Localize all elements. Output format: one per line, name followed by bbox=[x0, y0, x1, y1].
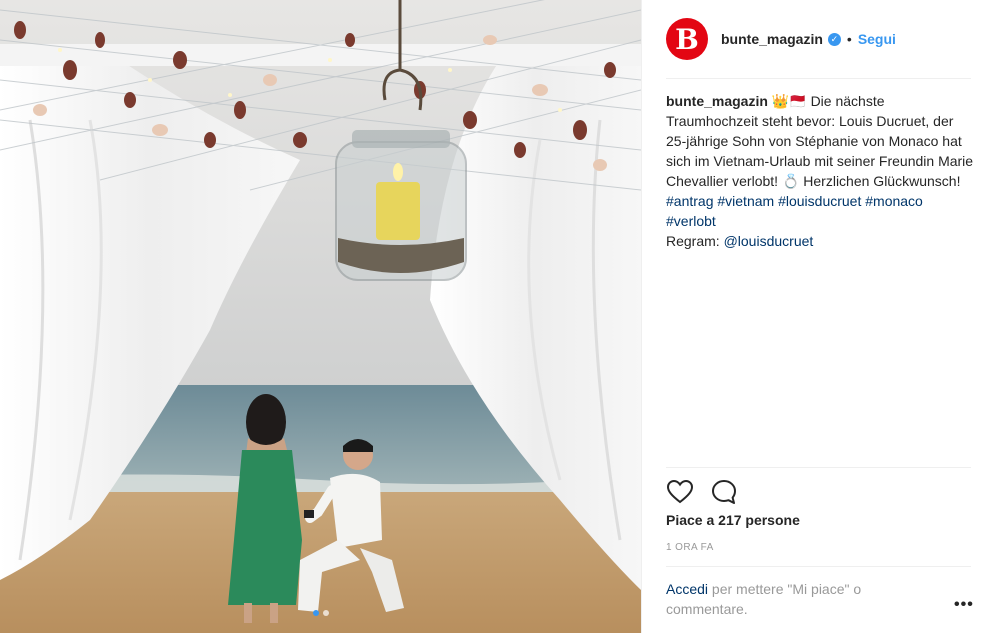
post-caption: bunte_magazin 👑🇲🇨 Die nächste Traumhochz… bbox=[666, 91, 976, 251]
caption-congrats: Herzlichen Glückwunsch! bbox=[803, 173, 961, 189]
username-link[interactable]: bunte_magazin bbox=[721, 31, 823, 47]
hashtag-link[interactable]: #antrag bbox=[666, 193, 713, 209]
comment-button[interactable] bbox=[710, 478, 738, 506]
caption-emojis: 👑🇲🇨 bbox=[771, 93, 807, 109]
heart-icon bbox=[667, 480, 693, 504]
mention-link[interactable]: @louisducruet bbox=[724, 233, 814, 249]
action-bar bbox=[666, 478, 738, 506]
carousel-dot[interactable] bbox=[323, 610, 329, 616]
actions-divider bbox=[666, 467, 971, 468]
like-button[interactable] bbox=[666, 478, 694, 506]
more-options-icon[interactable]: ••• bbox=[954, 596, 974, 614]
ring-emoji-icon: 💍 bbox=[781, 173, 800, 189]
comment-divider bbox=[666, 566, 971, 567]
avatar[interactable]: B bbox=[666, 18, 708, 60]
hashtag-link[interactable]: #verlobt bbox=[666, 213, 716, 229]
follow-button[interactable]: Segui bbox=[858, 31, 896, 47]
hashtag-link[interactable]: #monaco bbox=[865, 193, 923, 209]
comment-login-prompt: Accedi per mettere "Mi piace" o commenta… bbox=[666, 579, 926, 619]
comment-icon bbox=[712, 480, 736, 504]
caption-username-link[interactable]: bunte_magazin bbox=[666, 93, 768, 109]
hashtag-link[interactable]: #vietnam bbox=[717, 193, 774, 209]
carousel-dot-active[interactable] bbox=[313, 610, 319, 616]
post-timestamp[interactable]: 1 ORA FA bbox=[666, 542, 714, 553]
beach-proposal-image bbox=[0, 0, 641, 633]
separator-dot: • bbox=[846, 31, 852, 47]
post-header: B bunte_magazin ✓ • Segui bbox=[642, 0, 1000, 78]
header-divider bbox=[666, 78, 971, 79]
verified-badge-icon: ✓ bbox=[827, 32, 841, 46]
post-photo[interactable] bbox=[0, 0, 641, 633]
hashtag-link[interactable]: #louisducruet bbox=[778, 193, 861, 209]
login-link[interactable]: Accedi bbox=[666, 581, 708, 597]
regram-label: Regram: bbox=[666, 233, 720, 249]
likes-count[interactable]: Piace a 217 persone bbox=[666, 512, 800, 528]
post-sidebar: B bunte_magazin ✓ • Segui bunte_magazin … bbox=[641, 0, 1000, 633]
